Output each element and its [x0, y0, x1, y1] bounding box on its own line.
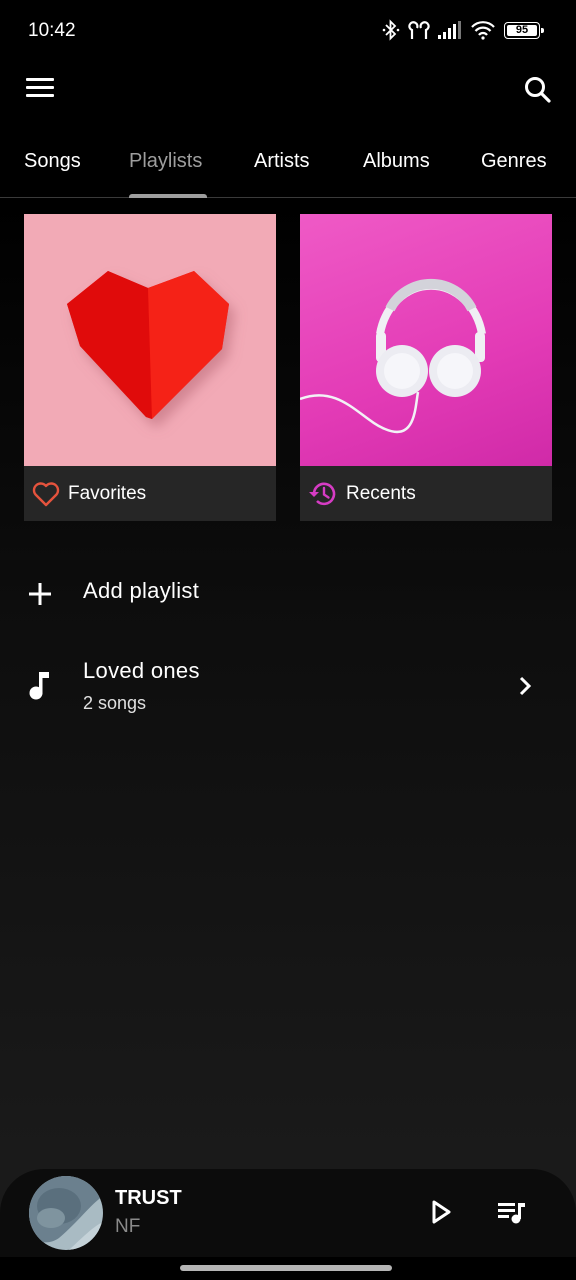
playlist-title: Loved ones	[83, 658, 200, 683]
recents-title: Recents	[346, 482, 416, 504]
search-button[interactable]	[522, 74, 554, 106]
recents-label-row: Recents	[300, 466, 552, 521]
music-note-icon	[29, 672, 49, 700]
now-playing-artist: NF	[115, 1216, 141, 1237]
status-bar: 10:42 95	[0, 0, 576, 62]
status-time: 10:42	[28, 20, 76, 41]
menu-button[interactable]	[26, 78, 56, 102]
status-icons: 95	[382, 19, 544, 41]
plus-icon	[29, 583, 51, 605]
tab-playlists[interactable]: Playlists	[129, 150, 202, 173]
favorites-label-row: Favorites	[24, 466, 276, 521]
wifi-icon	[471, 21, 495, 40]
battery-icon: 95	[504, 21, 544, 39]
tab-indicator	[129, 194, 207, 198]
queue-button[interactable]	[496, 1199, 528, 1225]
history-icon	[309, 482, 336, 505]
app-bar	[0, 62, 576, 118]
tab-bar: Songs Playlists Artists Albums Genres	[0, 138, 576, 198]
menu-icon	[26, 78, 56, 97]
tab-artists[interactable]: Artists	[254, 150, 310, 173]
favorites-card[interactable]: Favorites	[24, 214, 276, 521]
battery-level: 95	[515, 24, 529, 36]
play-button[interactable]	[428, 1199, 454, 1225]
album-art[interactable]	[29, 1176, 103, 1250]
favorites-artwork	[24, 214, 276, 466]
recents-artwork	[300, 214, 552, 466]
home-indicator[interactable]	[180, 1265, 392, 1271]
bluetooth-icon	[382, 19, 400, 41]
heart-outline-icon	[32, 481, 60, 506]
earbuds-icon	[408, 21, 430, 39]
playlist-subtitle: 2 songs	[83, 693, 147, 713]
play-icon	[432, 1200, 451, 1224]
signal-icon	[438, 21, 461, 39]
search-icon	[525, 77, 551, 103]
playlist-item[interactable]: Loved ones 2 songs	[0, 648, 576, 724]
tab-albums[interactable]: Albums	[363, 150, 430, 173]
add-playlist-button[interactable]: Add playlist	[0, 560, 576, 624]
add-playlist-label: Add playlist	[83, 578, 200, 603]
now-playing-title: TRUST	[115, 1187, 182, 1209]
album-art-image	[29, 1176, 103, 1250]
chevron-right-icon	[519, 676, 532, 696]
headphones-image	[300, 278, 486, 434]
tab-genres[interactable]: Genres	[481, 150, 547, 173]
favorites-title: Favorites	[68, 482, 147, 504]
origami-heart-image	[67, 271, 229, 419]
recents-card[interactable]: Recents	[300, 214, 552, 521]
queue-music-icon	[498, 1203, 525, 1224]
tab-songs[interactable]: Songs	[24, 150, 81, 173]
system-nav-bar	[0, 1257, 576, 1280]
